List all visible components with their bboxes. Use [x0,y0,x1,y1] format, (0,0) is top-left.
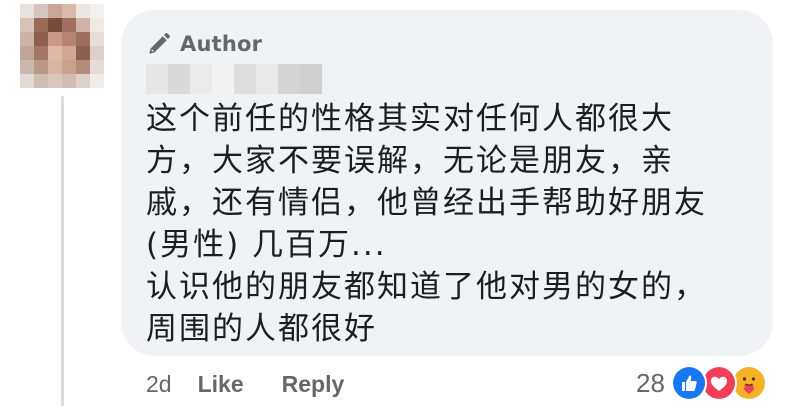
comment-line: 周围的人都很好 [146,311,377,347]
reaction-icons [670,365,767,401]
timestamp-link[interactable]: 2d [146,371,172,398]
reaction-count: 28 [636,367,665,398]
comment-line: (男性) 几百万... [146,227,387,263]
thread-line [61,96,64,406]
comment-text: 这个前任的性格其实对任何人都很大 方，大家不要误解，无论是朋友，亲 戚，还有情侣… [146,98,746,350]
like-button[interactable]: Like [198,371,244,398]
like-reaction-icon [670,365,707,401]
redacted-author-name[interactable] [146,64,322,94]
reply-button[interactable]: Reply [282,371,345,398]
comment-line: 这个前任的性格其实对任何人都很大 [146,101,674,137]
reactions-summary[interactable]: 28 [636,364,767,402]
comment-line: 方，大家不要误解，无论是朋友，亲 [146,143,674,179]
avatar[interactable] [20,4,104,88]
author-badge-label: Author [180,32,263,56]
author-badge: Author [146,30,262,58]
comment-actions: 2d Like Reply [146,368,382,400]
comment-line: 认识他的朋友都知道了他对男的女的， [146,269,707,305]
pen-icon [149,32,171,54]
comment-line: 戚，还有情侣，他曾经出手帮助好朋友 [146,185,707,221]
